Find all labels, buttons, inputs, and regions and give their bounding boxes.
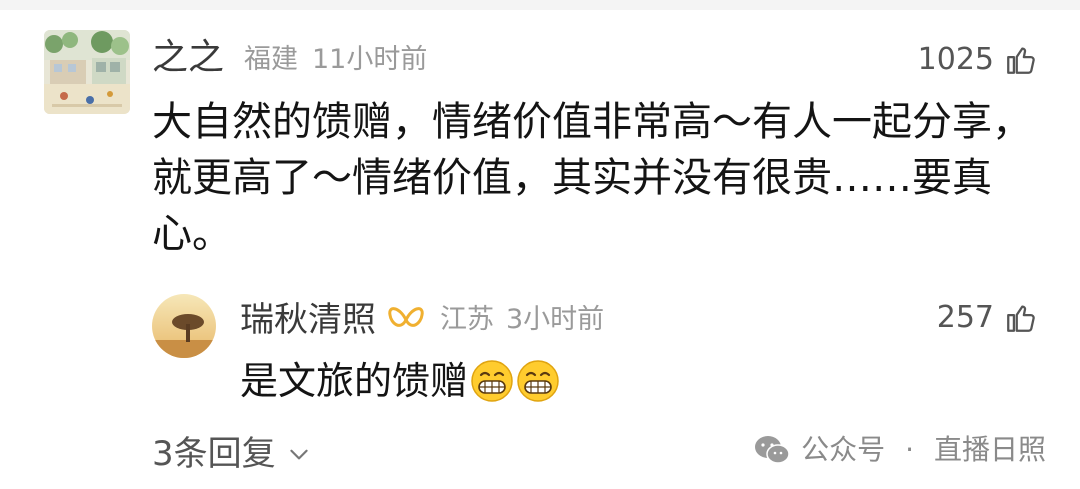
reply-like-button[interactable]: 257 [937, 298, 1038, 338]
reply-text: 是文旅的馈赠 [240, 359, 469, 403]
reply-location: 江苏 [440, 304, 494, 335]
avatar-illustration [44, 30, 130, 114]
comment-like-count: 1025 [917, 42, 994, 77]
comment-time: 11小时前 [312, 44, 428, 75]
butterfly-badge-icon [388, 307, 424, 327]
comment-username[interactable]: 之之 [152, 36, 224, 80]
avatar-tree-sunset [152, 294, 216, 358]
comment-avatar[interactable] [44, 30, 130, 114]
grinning-face-icon [517, 360, 559, 402]
replies-count-label: 3条回复 [152, 434, 276, 474]
watermark-separator: · [905, 433, 914, 466]
wechat-watermark: 公众号 · 直播日照 [753, 428, 1046, 472]
thumbs-up-icon [1007, 47, 1035, 74]
comment-location: 福建 [244, 44, 298, 75]
grinning-face-icon [471, 360, 513, 402]
watermark-account: 公众号 [801, 433, 886, 466]
chevron-down-icon [289, 449, 308, 460]
reply-body: 是文旅的馈赠 [240, 354, 560, 408]
reply-time: 3小时前 [506, 304, 605, 335]
reply-header: 瑞秋清照 江苏 3小时前 [240, 298, 604, 342]
comment-body: 大自然的馈赠，情绪价值非常高～有人一起分享，就更高了～情绪价值，其实并没有很贵…… [152, 99, 1032, 257]
top-divider [0, 0, 1080, 10]
reply-username[interactable]: 瑞秋清照 [240, 298, 376, 342]
view-replies-button[interactable]: 3条回复 [152, 430, 312, 478]
comment-like-button[interactable]: 1025 [918, 40, 1038, 80]
comment-meta: 福建 11小时前 [244, 40, 427, 80]
thumbs-up-icon [1007, 305, 1035, 332]
reply-avatar[interactable] [152, 294, 216, 358]
wechat-logo-icon [755, 436, 790, 464]
reply-like-count: 257 [936, 300, 994, 335]
watermark-name: 直播日照 [933, 433, 1046, 466]
